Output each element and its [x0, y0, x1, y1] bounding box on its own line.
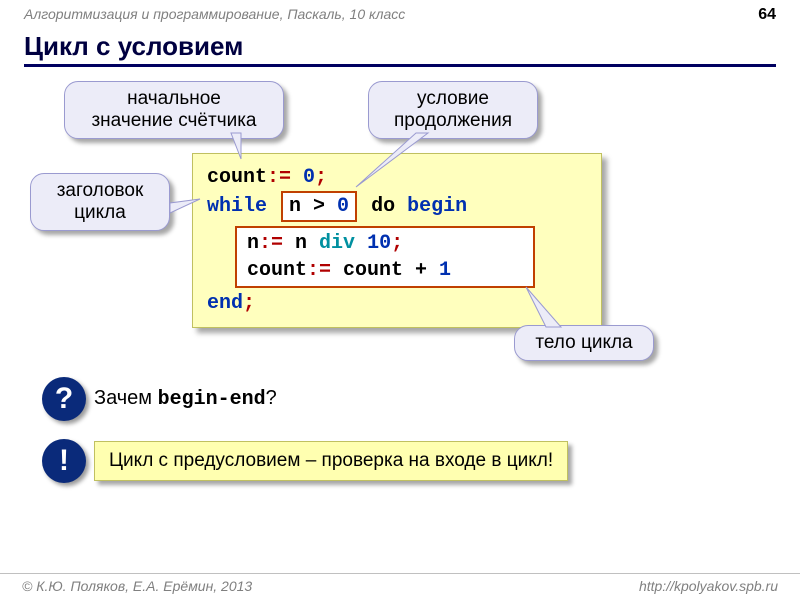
- footer-url: http://kpolyakov.spb.ru: [639, 578, 778, 594]
- code-token: 0: [303, 166, 315, 189]
- code-token: ;: [391, 232, 403, 255]
- code-token: ;: [243, 292, 255, 315]
- text-fragment: Зачем: [94, 387, 158, 409]
- code-token: n >: [289, 195, 337, 218]
- header-bar: Алгоритмизация и программирование, Паска…: [0, 0, 800, 27]
- code-token: count +: [343, 259, 439, 282]
- code-token: 0: [337, 195, 349, 218]
- code-line-1: count:= 0;: [207, 164, 587, 191]
- question-row: ? Зачем begin-end?: [42, 377, 277, 421]
- warning-box: Цикл с предусловием – проверка на входе …: [94, 441, 568, 481]
- loop-body-box: n:= n div 10; count:= count + 1: [235, 226, 535, 288]
- course-label: Алгоритмизация и программирование, Паска…: [24, 6, 405, 24]
- page-number: 64: [758, 6, 776, 24]
- code-token: ;: [315, 166, 327, 189]
- code-inline: begin-end: [158, 388, 266, 411]
- code-token: do: [359, 195, 407, 218]
- text-fragment: ?: [266, 387, 277, 409]
- question-mark-icon: ?: [42, 377, 86, 421]
- code-line-body-2: count:= count + 1: [247, 257, 523, 284]
- code-token: 1: [439, 259, 451, 282]
- content-stage: начальноезначение счётчика условиепродол…: [16, 77, 784, 517]
- footer-bar: © К.Ю. Поляков, Е.А. Ерёмин, 2013 http:/…: [0, 573, 800, 594]
- code-line-2: while n > 0 do begin: [207, 191, 587, 222]
- code-token: count: [207, 166, 267, 189]
- code-token: :=: [267, 166, 303, 189]
- page-title: Цикл с условием: [24, 31, 776, 67]
- code-token: :=: [259, 232, 295, 255]
- code-token: :=: [307, 259, 343, 282]
- question-text: Зачем begin-end?: [94, 387, 277, 411]
- code-keyword: end: [207, 292, 243, 315]
- code-line-body-1: n:= n div 10;: [247, 230, 523, 257]
- callout-loop-body: тело цикла: [514, 325, 654, 361]
- code-line-end: end;: [207, 290, 587, 317]
- condition-box: n > 0: [281, 191, 357, 222]
- code-token: count: [247, 259, 307, 282]
- callout-initial-value: начальноезначение счётчика: [64, 81, 284, 139]
- code-block: count:= 0; while n > 0 do begin n:= n di…: [192, 153, 602, 328]
- code-keyword: while: [207, 195, 267, 218]
- callout-loop-header: заголовокцикла: [30, 173, 170, 231]
- code-keyword: begin: [407, 195, 467, 218]
- code-token: 10: [355, 232, 391, 255]
- code-keyword: div: [319, 232, 355, 255]
- exclamation-icon: !: [42, 439, 86, 483]
- copyright-label: © К.Ю. Поляков, Е.А. Ерёмин, 2013: [22, 578, 252, 594]
- callout-condition: условиепродолжения: [368, 81, 538, 139]
- code-token: n: [247, 232, 259, 255]
- code-token: n: [295, 232, 319, 255]
- warning-row: ! Цикл с предусловием – проверка на вход…: [42, 439, 568, 483]
- authors: К.Ю. Поляков, Е.А. Ерёмин, 2013: [36, 578, 252, 594]
